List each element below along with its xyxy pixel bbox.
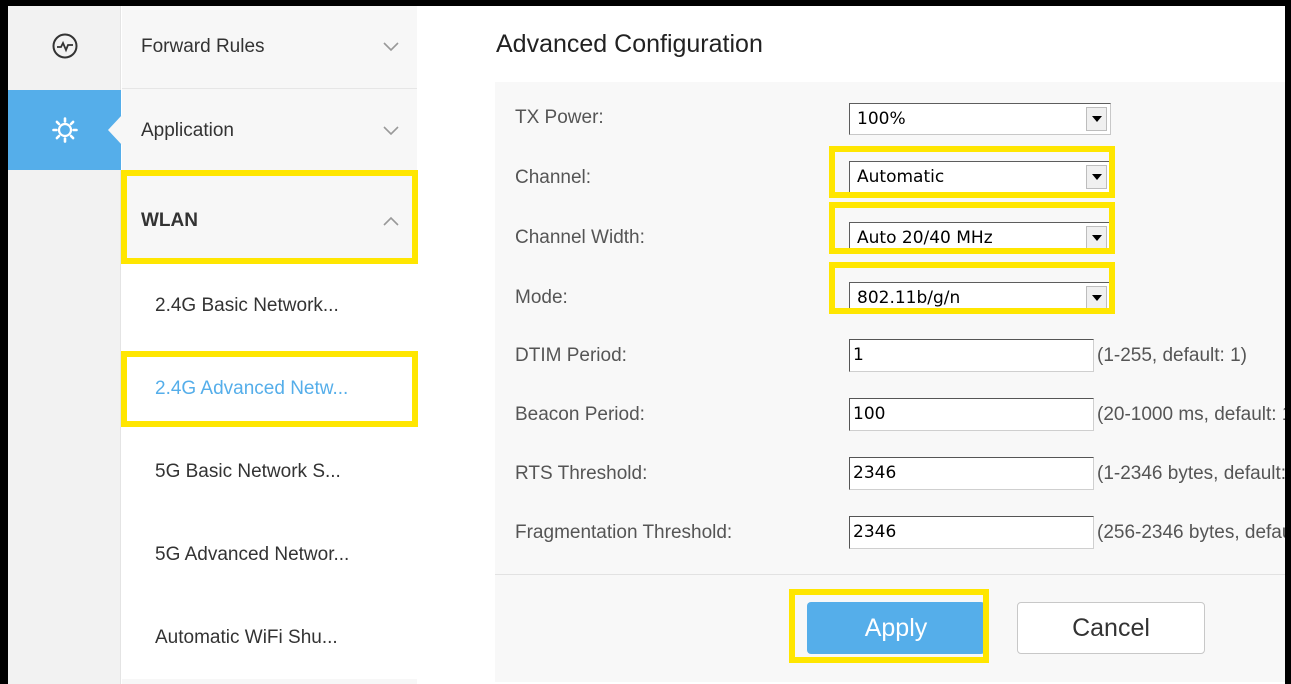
rts-input[interactable]: 2346 [849, 457, 1094, 490]
dropdown-arrow-icon[interactable] [1086, 286, 1107, 310]
apply-button[interactable]: Apply [807, 602, 985, 654]
channel-label: Channel: [515, 167, 592, 188]
settings-menu: Forward Rules Application WLAN 2.4G Basi… [122, 6, 417, 684]
rail-item-settings[interactable] [8, 90, 122, 170]
activity-icon [52, 33, 77, 59]
dropdown-arrow-icon[interactable] [1086, 165, 1107, 189]
icon-rail [8, 6, 122, 684]
advanced-config-panel: TX Power: 100% Channel: Automatic Channe… [495, 82, 1285, 682]
app-window: Forward Rules Application WLAN 2.4G Basi… [8, 6, 1285, 684]
fragmentation-label: Fragmentation Threshold: [515, 522, 733, 543]
beacon-label: Beacon Period: [515, 404, 645, 425]
submenu-item-label: 5G Basic Network S... [155, 460, 341, 482]
chevron-up-icon [383, 216, 399, 226]
channel-width-label: Channel Width: [515, 227, 645, 248]
fragmentation-input[interactable]: 2346 [849, 516, 1094, 549]
submenu-item-label: 2.4G Advanced Netw... [155, 377, 349, 399]
channel-value: Automatic [857, 167, 945, 187]
tx-power-value: 100% [857, 109, 906, 129]
tx-power-select[interactable]: 100% [849, 103, 1111, 135]
mode-label: Mode: [515, 287, 568, 308]
gear-icon [51, 117, 78, 143]
submenu-item-wifi-schedule[interactable]: Automatic WiFi Shu... [122, 596, 417, 679]
rts-hint: (1-2346 bytes, default: 2346) [1097, 463, 1285, 484]
menu-item-forward-rules[interactable]: Forward Rules [122, 6, 417, 89]
channel-select[interactable]: Automatic [849, 161, 1111, 193]
cancel-button[interactable]: Cancel [1017, 602, 1205, 654]
dtim-hint: (1-255, default: 1) [1097, 345, 1247, 366]
submenu-item-label: 2.4G Basic Network... [155, 294, 339, 316]
submenu-item-label: Automatic WiFi Shu... [155, 626, 338, 648]
beacon-hint: (20-1000 ms, default: 100) [1097, 404, 1285, 425]
chevron-down-icon [383, 126, 399, 136]
menu-item-application[interactable]: Application [122, 90, 417, 173]
menu-item-label: Application [141, 120, 234, 141]
tx-power-label: TX Power: [515, 107, 604, 128]
dtim-label: DTIM Period: [515, 345, 627, 366]
content-area: Advanced Configuration TX Power: 100% Ch… [417, 6, 1285, 684]
page-title: Advanced Configuration [496, 30, 763, 58]
mode-select[interactable]: 802.11b/g/n [849, 282, 1111, 314]
fragmentation-hint: (256-2346 bytes, default: 2346) [1097, 522, 1285, 543]
chevron-down-icon [383, 42, 399, 52]
divider [495, 574, 1285, 575]
rts-label: RTS Threshold: [515, 463, 648, 484]
menu-item-label: Forward Rules [141, 36, 265, 57]
dropdown-arrow-icon[interactable] [1086, 107, 1107, 131]
channel-width-value: Auto 20/40 MHz [857, 228, 993, 248]
rail-item-status[interactable] [8, 6, 121, 86]
menu-item-wlan[interactable]: WLAN [122, 179, 417, 262]
submenu-item-2g-basic[interactable]: 2.4G Basic Network... [122, 264, 417, 347]
submenu-item-label: 5G Advanced Networ... [155, 543, 350, 565]
submenu-item-5g-basic[interactable]: 5G Basic Network S... [122, 430, 417, 513]
menu-item-label: WLAN [141, 209, 198, 231]
dropdown-arrow-icon[interactable] [1086, 226, 1107, 250]
beacon-input[interactable]: 100 [849, 398, 1094, 431]
channel-width-select[interactable]: Auto 20/40 MHz [849, 222, 1111, 254]
submenu-item-2g-advanced[interactable]: 2.4G Advanced Netw... [122, 347, 417, 430]
submenu-item-5g-advanced[interactable]: 5G Advanced Networ... [122, 513, 417, 596]
mode-value: 802.11b/g/n [857, 288, 961, 308]
dtim-input[interactable]: 1 [849, 339, 1094, 372]
